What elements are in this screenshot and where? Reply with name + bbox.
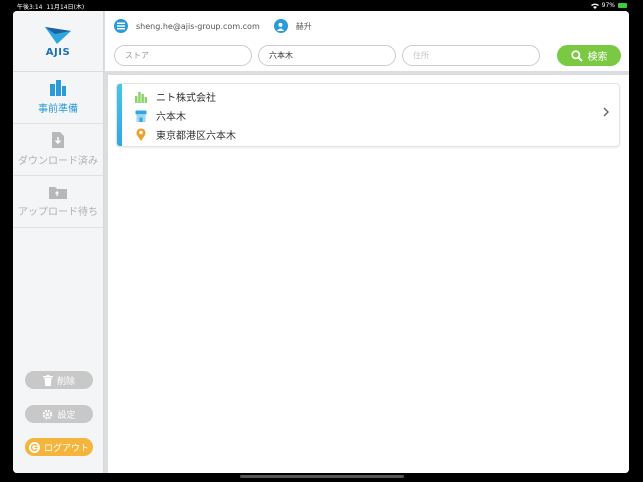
status-right: 97%: [590, 2, 627, 9]
trash-icon: [42, 374, 53, 386]
search-icon: [570, 49, 583, 62]
card-address-row: 東京都港区六本木: [135, 127, 236, 142]
sidebar-item-downloaded[interactable]: ダウンロード済み: [13, 124, 103, 176]
sidebar-item-label: ダウンロード済み: [18, 156, 98, 167]
download-doc-icon: [52, 132, 64, 148]
gear-icon: [43, 409, 53, 419]
card-accent-bar: [117, 84, 122, 146]
wifi-icon: [590, 3, 599, 9]
sidebar: AJIS 事前準備 ダウンロード済み アップロード待ち 削除 設定 ログアウト: [13, 11, 104, 473]
app-screen: AJIS 事前準備 ダウンロード済み アップロード待ち 削除 設定 ログアウト …: [13, 11, 629, 473]
sidebar-item-preparation[interactable]: 事前準備: [13, 72, 103, 124]
account-list-icon: [114, 19, 128, 33]
results-panel: ニト株式会社 六本木 東京都港区六本木: [108, 75, 629, 473]
card-store-row: 六本木: [135, 108, 186, 123]
chevron-right-icon: [603, 107, 609, 117]
location-pin-icon: [135, 128, 147, 141]
account-row: sheng.he@ajis-group.com.com 赫升: [114, 19, 312, 33]
battery-icon: [618, 3, 627, 8]
account-email: sheng.he@ajis-group.com.com: [136, 21, 260, 31]
user-name: 赫升: [295, 21, 312, 31]
card-store: 六本木: [156, 112, 186, 123]
result-card[interactable]: ニト株式会社 六本木 東京都港区六本木: [116, 83, 620, 147]
logo-text: AJIS: [45, 46, 71, 58]
ajis-logo-icon: [45, 26, 71, 44]
user-icon: [273, 19, 288, 33]
settings-label: 設定: [57, 410, 76, 421]
search-label: 検索: [587, 52, 608, 63]
store-icon: [135, 110, 147, 122]
status-time: 午後3:14 11月14日(木): [17, 2, 84, 11]
home-indicator[interactable]: [240, 475, 404, 478]
store-input[interactable]: ストア: [114, 45, 252, 66]
delete-button[interactable]: 削除: [25, 371, 93, 389]
upload-folder-icon: [49, 187, 67, 199]
logout-label: ログアウト: [43, 443, 89, 454]
card-company-row: ニト株式会社: [135, 89, 216, 104]
logout-icon: [28, 441, 40, 453]
search-button[interactable]: 検索: [557, 45, 621, 66]
address-input[interactable]: 住所: [402, 45, 540, 66]
sidebar-item-upload-pending[interactable]: アップロード待ち: [13, 176, 103, 228]
bar-chart-icon: [135, 91, 147, 103]
logo: AJIS: [13, 11, 103, 72]
card-address: 東京都港区六本木: [156, 131, 236, 142]
area-input[interactable]: 六本木: [258, 45, 396, 66]
delete-label: 削除: [56, 376, 75, 387]
battery-percent: 97%: [601, 2, 615, 9]
search-header: sheng.he@ajis-group.com.com 赫升 ストア 六本木 住…: [105, 11, 629, 72]
status-time-value: 午後3:14: [17, 4, 43, 11]
status-date: 11月14日(木): [46, 4, 85, 11]
status-bar: 午後3:14 11月14日(木) 97%: [0, 0, 643, 11]
settings-button[interactable]: 設定: [25, 405, 93, 423]
logout-button[interactable]: ログアウト: [25, 438, 93, 456]
sidebar-item-label: アップロード待ち: [18, 207, 98, 218]
card-company: ニト株式会社: [156, 93, 216, 104]
sidebar-item-label: 事前準備: [38, 104, 78, 115]
buildings-icon: [50, 80, 66, 96]
